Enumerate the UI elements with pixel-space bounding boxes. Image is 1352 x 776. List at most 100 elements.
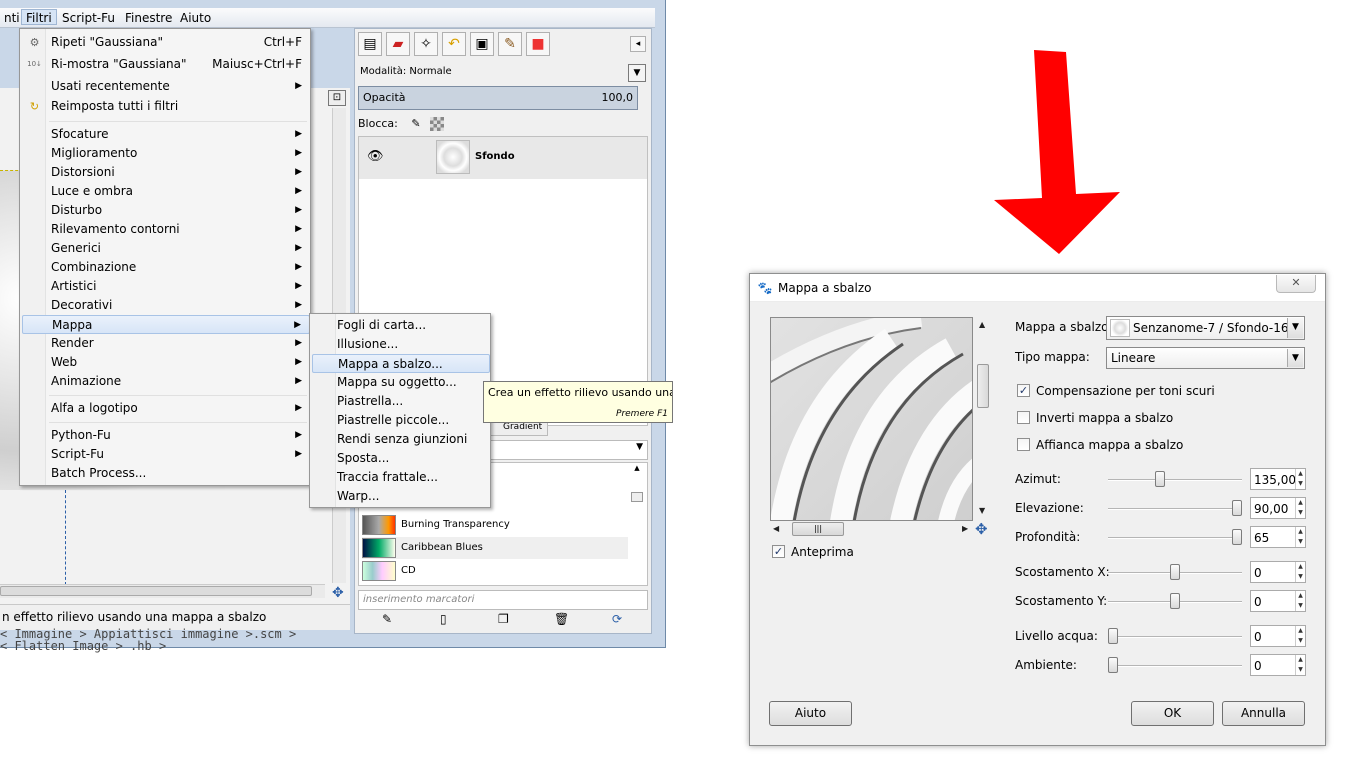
paths-tab-icon[interactable]: ✧: [414, 32, 438, 56]
refresh-icon[interactable]: ⟳: [612, 612, 622, 626]
waterlevel-slider-handle[interactable]: [1108, 628, 1118, 644]
submenu-item[interactable]: Rendi senza giunzioni: [312, 430, 490, 449]
submenu-item[interactable]: Warp...: [312, 487, 490, 506]
spin-arrows-icon[interactable]: ▲ ▼: [1295, 469, 1305, 489]
menu-item-script-fu[interactable]: Script-Fu ▶: [22, 445, 310, 464]
compensate-checkbox[interactable]: ✓: [1017, 384, 1030, 397]
delete-icon[interactable]: 🗑: [554, 612, 569, 626]
canvas-hscroll-thumb[interactable]: [0, 586, 312, 596]
offset-y-slider-handle[interactable]: [1170, 593, 1180, 609]
depth-slider-handle[interactable]: [1232, 529, 1242, 545]
gradient-item[interactable]: Burning Transparency: [362, 514, 628, 536]
spin-arrows-icon[interactable]: ▲ ▼: [1295, 498, 1305, 518]
preview-vscroll-thumb[interactable]: [977, 364, 989, 408]
tag-input[interactable]: inserimento marcatori: [358, 590, 648, 610]
ambient-slider-track[interactable]: [1108, 665, 1242, 667]
navigate-icon[interactable]: ✥: [975, 520, 988, 538]
dropdown-arrow-icon[interactable]: ▼: [1287, 349, 1303, 367]
menu-item-recent[interactable]: Usati recentemente ▶: [22, 77, 310, 96]
depth-slider-track[interactable]: [1108, 537, 1242, 539]
scroll-down-icon[interactable]: ▼: [979, 506, 985, 515]
edit-icon[interactable]: ✎: [382, 612, 392, 626]
close-button[interactable]: ✕: [1276, 275, 1316, 293]
menu-finestre[interactable]: Finestre: [121, 10, 176, 26]
navigate-icon[interactable]: ✥: [332, 585, 344, 601]
ok-button[interactable]: OK: [1131, 701, 1214, 726]
azimuth-slider-track[interactable]: [1108, 479, 1242, 481]
offset-y-spinbutton[interactable]: 0 ▲ ▼: [1250, 590, 1306, 612]
menu-item-category[interactable]: Web ▶: [22, 353, 310, 372]
submenu-item[interactable]: Mappa su oggetto...: [312, 373, 490, 392]
maptype-select[interactable]: Lineare ▼: [1106, 347, 1305, 369]
undo-tab-icon[interactable]: ↶: [442, 32, 466, 56]
depth-spinbutton[interactable]: 65 ▲ ▼: [1250, 526, 1306, 548]
channels-tab-icon[interactable]: ▰: [386, 32, 410, 56]
azimuth-slider-handle[interactable]: [1154, 471, 1165, 487]
elevation-spinbutton[interactable]: 90,00 ▲ ▼: [1250, 497, 1306, 519]
menu-script-fu[interactable]: Script-Fu: [58, 10, 119, 26]
duplicate-icon[interactable]: ❐: [498, 612, 509, 626]
lock-pixels-icon[interactable]: ✎: [411, 117, 420, 130]
gradient-item[interactable]: Caribbean Blues: [362, 537, 628, 559]
menu-item-category[interactable]: Rilevamento contorni ▶: [22, 220, 310, 239]
menu-item-mappa[interactable]: Mappa ▶: [22, 315, 310, 334]
azimuth-spinbutton[interactable]: 135,00 ▲ ▼: [1250, 468, 1306, 490]
menu-item-category[interactable]: Render ▶: [22, 334, 310, 353]
menu-item-python-fu[interactable]: Python-Fu ▶: [22, 426, 310, 445]
bumpmap-select[interactable]: Senzanome-7 / Sfondo-162 ▼: [1106, 316, 1305, 340]
gradient-select-arrow-icon[interactable]: ▼: [636, 442, 643, 452]
submenu-item[interactable]: Traccia frattale...: [312, 468, 490, 487]
layers-tab-icon[interactable]: ▤: [358, 32, 382, 56]
submenu-item[interactable]: Piastrella...: [312, 392, 490, 411]
invert-checkbox[interactable]: [1017, 411, 1030, 424]
scroll-left-icon[interactable]: ◀: [773, 524, 779, 533]
offset-x-slider-handle[interactable]: [1170, 564, 1180, 580]
dock-menu-icon[interactable]: ◂: [630, 36, 646, 52]
spin-arrows-icon[interactable]: ▲ ▼: [1295, 527, 1305, 547]
submenu-item[interactable]: Fogli di carta...: [312, 316, 490, 335]
menu-item-reset[interactable]: ↻ Reimposta tutti i filtri: [22, 97, 310, 116]
submenu-item-bump-map[interactable]: Mappa a sbalzo...: [312, 354, 490, 373]
menu-item-category[interactable]: Luce e ombra ▶: [22, 182, 310, 201]
ambient-slider-handle[interactable]: [1108, 657, 1118, 673]
preview-checkbox[interactable]: ✓: [772, 545, 785, 558]
menu-item-category[interactable]: Distorsioni ▶: [22, 163, 310, 182]
submenu-item[interactable]: Illusione...: [312, 335, 490, 354]
ambient-spinbutton[interactable]: 0 ▲ ▼: [1250, 654, 1306, 676]
mode-dropdown[interactable]: ▼: [628, 64, 646, 82]
spin-arrows-icon[interactable]: ▲ ▼: [1295, 591, 1305, 611]
scroll-up-icon[interactable]: ▲: [979, 320, 985, 329]
spin-arrows-icon[interactable]: ▲ ▼: [1295, 655, 1305, 675]
new-icon[interactable]: ▯: [440, 612, 447, 626]
help-button[interactable]: Aiuto: [769, 701, 852, 726]
opacity-slider[interactable]: Opacità 100,0: [358, 86, 638, 110]
menu-aiuto[interactable]: Aiuto: [176, 10, 215, 26]
patterns-tab-icon[interactable]: ■: [526, 32, 550, 56]
menu-item-batch[interactable]: Batch Process...: [22, 464, 310, 483]
zoom-icon[interactable]: ⊡: [328, 90, 346, 106]
dropdown-arrow-icon[interactable]: ▼: [1287, 318, 1303, 338]
spin-arrows-icon[interactable]: ▲ ▼: [1295, 562, 1305, 582]
images-tab-icon[interactable]: ▣: [470, 32, 494, 56]
waterlevel-spinbutton[interactable]: 0 ▲ ▼: [1250, 625, 1306, 647]
offset-x-spinbutton[interactable]: 0 ▲ ▼: [1250, 561, 1306, 583]
menu-item-category[interactable]: Generici ▶: [22, 239, 310, 258]
gradient-list-scrollbar[interactable]: ▲: [630, 464, 644, 584]
layer-row[interactable]: 👁 Sfondo: [359, 137, 647, 179]
tile-checkbox[interactable]: [1017, 438, 1030, 451]
scroll-right-icon[interactable]: ▶: [962, 524, 968, 533]
menu-filtri[interactable]: Filtri: [21, 9, 57, 25]
visibility-eye-icon[interactable]: 👁: [367, 149, 384, 164]
menu-item-alpha-logo[interactable]: Alfa a logotipo ▶: [22, 399, 310, 418]
menu-item-category[interactable]: Combinazione ▶: [22, 258, 310, 277]
menu-item-category[interactable]: Sfocature ▶: [22, 125, 310, 144]
preview-image[interactable]: [770, 317, 973, 521]
menu-item-category[interactable]: Miglioramento ▶: [22, 144, 310, 163]
preview-vertical-scrollbar[interactable]: ▲ ▼: [976, 318, 990, 520]
menu-item-category[interactable]: Artistici ▶: [22, 277, 310, 296]
elevation-slider-handle[interactable]: [1232, 500, 1242, 516]
menu-item-category[interactable]: Animazione ▶: [22, 372, 310, 391]
submenu-item[interactable]: Piastrelle piccole...: [312, 411, 490, 430]
menu-item-reshow[interactable]: 10↓ Ri-mostra "Gaussiana" Maiusc+Ctrl+F: [22, 55, 310, 74]
spin-arrows-icon[interactable]: ▲ ▼: [1295, 626, 1305, 646]
